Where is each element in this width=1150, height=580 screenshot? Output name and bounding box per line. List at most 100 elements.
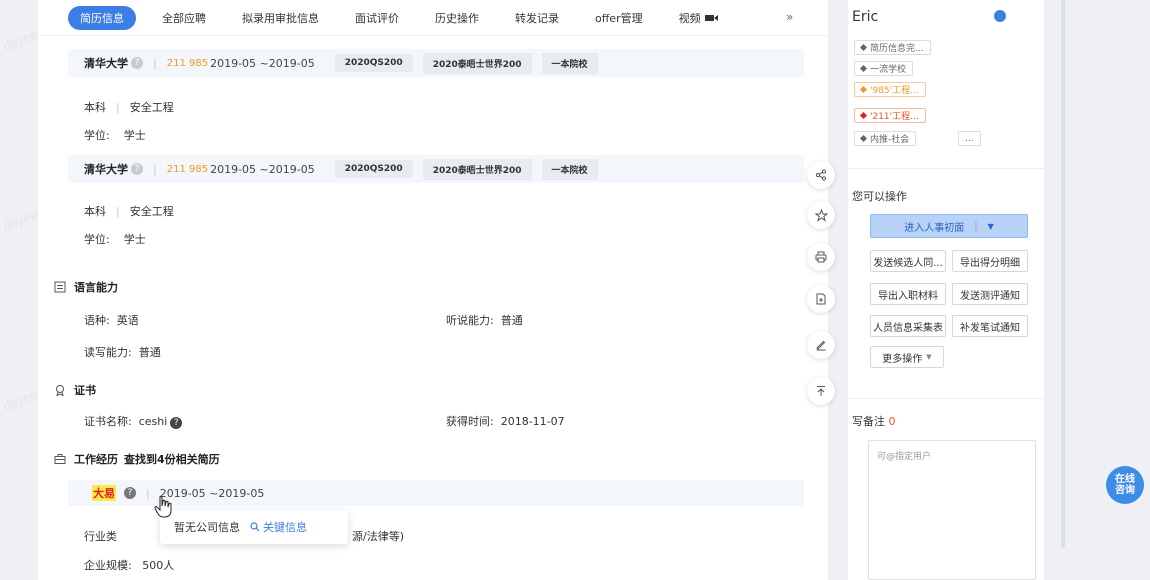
chevron-down-icon: ▼ xyxy=(926,353,932,361)
tabs-more-button[interactable]: » xyxy=(786,10,793,24)
online-consult-label: 在线 咨询 xyxy=(1115,474,1135,496)
degree-level: 本科 xyxy=(84,205,106,218)
divider: | xyxy=(146,486,150,500)
degree-major: 本科 | 安全工程 xyxy=(84,99,174,115)
reading-writing-value: 普通 xyxy=(138,346,161,359)
candidate-tag[interactable]: 内推-社会 xyxy=(854,131,917,146)
certificate-name-label: 证书名称: xyxy=(84,415,132,428)
note-placeholder: 可@指定用户 xyxy=(877,452,932,462)
help-icon[interactable]: ? xyxy=(131,57,143,69)
education-period: 2019-05 ~2019-05 xyxy=(210,162,315,176)
star-icon xyxy=(814,208,828,222)
language-label: 语种: xyxy=(84,314,110,327)
school-chip: 2020QS200 xyxy=(334,160,413,178)
tab-video[interactable]: 视频 xyxy=(679,10,718,26)
company-scale-value: 500人 xyxy=(142,559,175,572)
chevron-down-icon[interactable]: ▼ xyxy=(988,222,994,231)
share-button[interactable] xyxy=(807,161,835,189)
consult-line-2: 咨询 xyxy=(1115,485,1135,496)
back-to-top-button[interactable] xyxy=(807,377,835,405)
candidate-tag[interactable]: '985'工程... xyxy=(854,82,926,97)
export-score-detail-button[interactable]: 导出得分明细 xyxy=(952,250,1028,272)
certificate-name-value: ceshi xyxy=(138,415,168,428)
section-certificate: 证书 xyxy=(54,382,96,398)
certificate-icon xyxy=(56,385,64,396)
pencil-icon xyxy=(816,340,826,351)
major: 安全工程 xyxy=(129,101,174,114)
scrollbar[interactable] xyxy=(1061,0,1065,548)
help-icon[interactable]: ? xyxy=(170,417,183,429)
send-assessment-notice-button[interactable]: 发送测评通知 xyxy=(952,283,1028,305)
enter-hr-interview-button[interactable]: 进入人事初面 | ▼ xyxy=(870,214,1028,238)
certificate-name-row: 证书名称: ceshi? xyxy=(84,413,183,429)
note-textarea[interactable]: 可@指定用户 xyxy=(868,440,1036,580)
tab-all-applications[interactable]: 全部应聘 xyxy=(162,10,206,26)
school-chip: 一本院校 xyxy=(541,52,598,74)
tab-interview-review[interactable]: 面试评价 xyxy=(355,10,399,26)
school-chip: 一本院校 xyxy=(541,158,598,180)
listening-label: 听说能力: xyxy=(446,314,494,327)
company-tooltip: 暂无公司信息 关键信息 xyxy=(160,510,348,544)
school-tags: 211 985 xyxy=(166,57,209,69)
tag-label: '211'工程... xyxy=(870,112,919,122)
consult-line-1: 在线 xyxy=(1115,474,1135,485)
briefcase-icon xyxy=(54,454,66,464)
divider xyxy=(848,168,1044,169)
degree-row: 学位: 学士 xyxy=(84,127,146,143)
help-icon[interactable]: ? xyxy=(124,487,136,499)
favorite-button[interactable] xyxy=(807,201,835,229)
degree-major: 本科 | 安全工程 xyxy=(84,203,174,219)
tab-forward-records[interactable]: 转发记录 xyxy=(515,10,559,26)
online-consult-button[interactable]: 在线 咨询 xyxy=(1106,466,1144,504)
video-camera-icon xyxy=(704,14,718,21)
printer-icon xyxy=(815,251,827,263)
tags-more-button[interactable]: ... xyxy=(958,131,981,146)
education-header: 清华大学 ? | 211 985 2019-05 ~2019-05 2020QS… xyxy=(68,155,804,183)
candidate-tag[interactable]: 简历信息完... xyxy=(854,40,931,55)
resume-panel: 简历信息 全部应聘 拟录用审批信息 面试评价 历史操作 转发记录 offer管理… xyxy=(38,0,828,580)
section-title-text: 证书 xyxy=(74,384,96,397)
tab-history[interactable]: 历史操作 xyxy=(435,10,479,26)
degree-label: 学位: xyxy=(84,129,110,142)
edit-button[interactable] xyxy=(807,331,835,359)
work-header: 大易 ? | 2019-05 ~2019-05 xyxy=(68,480,804,506)
candidate-tag[interactable]: '211'工程... xyxy=(854,108,926,123)
personnel-info-form-button[interactable]: 人员信息采集表 xyxy=(870,315,946,337)
education-period: 2019-05 ~2019-05 xyxy=(210,56,315,70)
school-name[interactable]: 清华大学 xyxy=(84,161,128,177)
school-name[interactable]: 清华大学 xyxy=(84,55,128,71)
resend-written-test-notice-button[interactable]: 补发笔试通知 xyxy=(952,315,1028,337)
education-header: 清华大学 ? | 211 985 2019-05 ~2019-05 2020QS… xyxy=(68,49,804,77)
company-scale-row: 企业规模: 500人 xyxy=(84,557,174,573)
note-count: 0 xyxy=(888,415,896,428)
export-onboarding-materials-button[interactable]: 导出入职材料 xyxy=(870,283,946,305)
tab-resume-info[interactable]: 简历信息 xyxy=(68,5,136,30)
help-icon[interactable]: ? xyxy=(131,163,143,175)
school-chip: 2020泰晤士世界200 xyxy=(422,158,532,180)
more-actions-button[interactable]: 更多操作 ▼ xyxy=(870,346,944,368)
tab-hire-approval[interactable]: 拟录用审批信息 xyxy=(242,10,319,26)
degree-value: 学士 xyxy=(123,233,146,246)
divider: | xyxy=(153,56,157,70)
arrow-up-icon xyxy=(817,386,825,396)
section-language: 语言能力 xyxy=(54,279,118,295)
candidate-tag[interactable]: 一流学校 xyxy=(854,61,914,76)
company-scale-label: 企业规模: xyxy=(84,559,132,572)
key-info-link[interactable]: 关键信息 xyxy=(250,519,307,535)
tab-offer[interactable]: offer管理 xyxy=(595,10,643,26)
share-icon xyxy=(815,169,827,181)
tooltip-text: 暂无公司信息 xyxy=(174,521,240,534)
reading-writing-row: 读写能力: 普通 xyxy=(84,344,161,360)
add-note-button[interactable] xyxy=(807,285,835,313)
language-row: 语种: 英语 xyxy=(84,312,139,328)
actions-title: 您可以操作 xyxy=(852,190,907,203)
pin-icon xyxy=(859,64,868,73)
list-icon xyxy=(54,281,66,293)
company-name[interactable]: 大易 xyxy=(92,485,116,501)
related-resumes-link[interactable]: 查找到4份相关简历 xyxy=(124,451,220,467)
industry-value-tail: 源/法律等) xyxy=(352,530,404,543)
send-candidate-consent-button[interactable]: 发送候选人同... xyxy=(870,250,946,272)
print-button[interactable] xyxy=(807,243,835,271)
edit-name-icon[interactable] xyxy=(994,10,1006,22)
divider: | xyxy=(116,101,120,114)
